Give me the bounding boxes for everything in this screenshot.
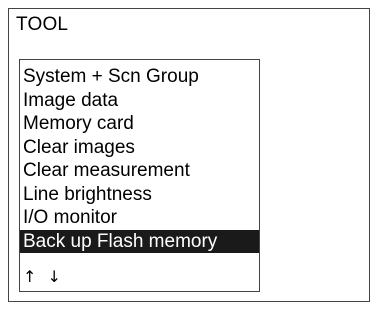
menu-item-memory-card[interactable]: Memory card — [20, 112, 259, 136]
menu-item-io-monitor[interactable]: I/O monitor — [20, 206, 259, 230]
arrow-down-icon[interactable]: ↓ — [48, 267, 61, 287]
tool-screen: TOOL System + Scn Group Image data Memor… — [8, 8, 370, 302]
menu-item-back-up-flash-memory[interactable]: Back up Flash memory — [20, 229, 259, 253]
menu-item-image-data[interactable]: Image data — [20, 89, 259, 113]
menu-list: System + Scn Group Image data Memory car… — [20, 65, 259, 253]
menu-item-line-brightness[interactable]: Line brightness — [20, 183, 259, 207]
tool-menu: System + Scn Group Image data Memory car… — [19, 59, 260, 292]
menu-item-clear-measurement[interactable]: Clear measurement — [20, 159, 259, 183]
screen-title: TOOL — [16, 14, 69, 35]
menu-item-clear-images[interactable]: Clear images — [20, 136, 259, 160]
scroll-indicator: ↑ ↓ — [23, 267, 67, 287]
arrow-up-icon[interactable]: ↑ — [23, 267, 36, 287]
menu-item-system-scn-group[interactable]: System + Scn Group — [20, 65, 259, 89]
